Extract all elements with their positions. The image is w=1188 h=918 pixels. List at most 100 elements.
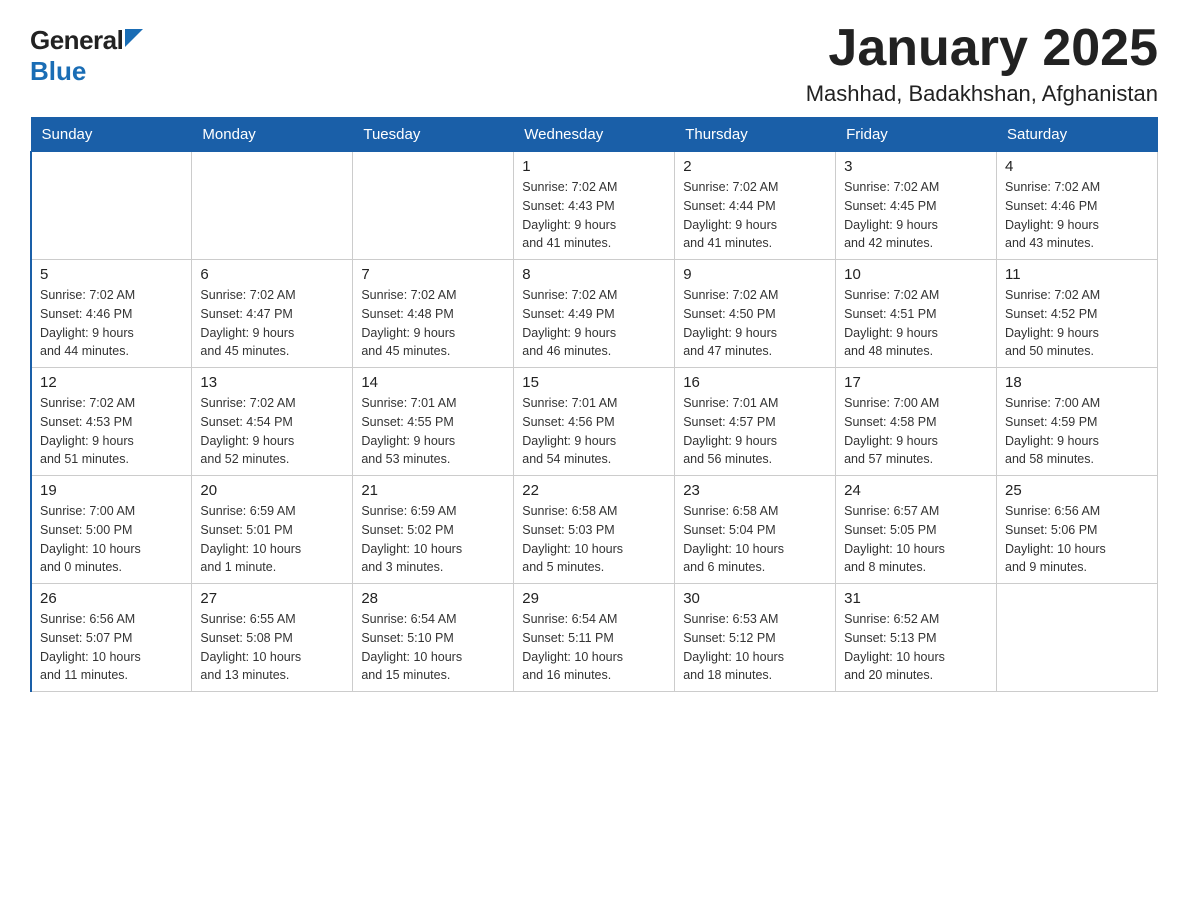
calendar-cell: 21 Sunrise: 6:59 AMSunset: 5:02 PMDayligh… bbox=[353, 476, 514, 584]
calendar-cell: 26 Sunrise: 6:56 AMSunset: 5:07 PMDayligh… bbox=[31, 584, 192, 692]
weekday-header-sunday: Sunday bbox=[31, 118, 192, 152]
calendar-cell: 25Sunrise: 6:56 AMSunset: 5:06 PMDayligh… bbox=[997, 476, 1158, 584]
calendar-week-2: 5Sunrise: 7:02 AMSunset: 4:46 PMDaylight… bbox=[31, 260, 1158, 368]
calendar-cell: 4Sunrise: 7:02 AMSunset: 4:46 PMDaylight… bbox=[997, 152, 1158, 260]
day-info: Sunrise: 7:01 AMSunset: 4:55 PMDaylight:… bbox=[361, 394, 505, 469]
day-info: Sunrise: 7:02 AMSunset: 4:43 PMDaylight:… bbox=[522, 178, 666, 253]
calendar-cell: 31 Sunrise: 6:52 AMSunset: 5:13 PMDayligh… bbox=[836, 584, 997, 692]
day-number: 31 bbox=[844, 590, 988, 607]
day-info: Sunrise: 6:58 AMSunset: 5:03 PMDaylight:… bbox=[522, 502, 666, 577]
day-info: Sunrise: 6:57 AMSunset: 5:05 PMDaylight:… bbox=[844, 502, 988, 577]
weekday-header-tuesday: Tuesday bbox=[353, 118, 514, 152]
day-number: 11 bbox=[1005, 266, 1149, 283]
logo-general-text: General bbox=[30, 25, 123, 56]
calendar-cell: 15 Sunrise: 7:01 AMSunset: 4:56 PMDayligh… bbox=[514, 368, 675, 476]
calendar-cell: 5Sunrise: 7:02 AMSunset: 4:46 PMDaylight… bbox=[31, 260, 192, 368]
calendar-cell: 6Sunrise: 7:02 AMSunset: 4:47 PMDaylight… bbox=[192, 260, 353, 368]
calendar-week-3: 12Sunrise: 7:02 AMSunset: 4:53 PMDayligh… bbox=[31, 368, 1158, 476]
weekday-header-monday: Monday bbox=[192, 118, 353, 152]
day-info: Sunrise: 6:56 AMSunset: 5:07 PMDaylight:… bbox=[40, 610, 183, 685]
weekday-header-saturday: Saturday bbox=[997, 118, 1158, 152]
calendar-cell: 12Sunrise: 7:02 AMSunset: 4:53 PMDayligh… bbox=[31, 368, 192, 476]
calendar-cell: 28 Sunrise: 6:54 AMSunset: 5:10 PMDayligh… bbox=[353, 584, 514, 692]
page-subtitle: Mashhad, Badakhshan, Afghanistan bbox=[806, 81, 1158, 107]
calendar-cell: 16 Sunrise: 7:01 AMSunset: 4:57 PMDayligh… bbox=[675, 368, 836, 476]
calendar-cell: 14 Sunrise: 7:01 AMSunset: 4:55 PMDayligh… bbox=[353, 368, 514, 476]
day-number: 6 bbox=[200, 266, 344, 283]
day-number: 23 bbox=[683, 482, 827, 499]
weekday-header-row: SundayMondayTuesdayWednesdayThursdayFrid… bbox=[31, 118, 1158, 152]
day-number: 29 bbox=[522, 590, 666, 607]
weekday-header-thursday: Thursday bbox=[675, 118, 836, 152]
day-number: 15 bbox=[522, 374, 666, 391]
day-info: Sunrise: 7:02 AMSunset: 4:52 PMDaylight:… bbox=[1005, 286, 1149, 361]
day-info: Sunrise: 7:02 AMSunset: 4:46 PMDaylight:… bbox=[40, 286, 183, 361]
day-number: 8 bbox=[522, 266, 666, 283]
day-number: 1 bbox=[522, 158, 666, 175]
day-info: Sunrise: 7:02 AMSunset: 4:45 PMDaylight:… bbox=[844, 178, 988, 253]
calendar-cell bbox=[192, 152, 353, 260]
calendar-cell: 3 Sunrise: 7:02 AMSunset: 4:45 PMDaylight… bbox=[836, 152, 997, 260]
day-number: 9 bbox=[683, 266, 827, 283]
day-info: Sunrise: 6:54 AMSunset: 5:10 PMDaylight:… bbox=[361, 610, 505, 685]
day-number: 24 bbox=[844, 482, 988, 499]
day-number: 16 bbox=[683, 374, 827, 391]
weekday-header-friday: Friday bbox=[836, 118, 997, 152]
calendar-cell: 1 Sunrise: 7:02 AMSunset: 4:43 PMDaylight… bbox=[514, 152, 675, 260]
calendar-cell: 19Sunrise: 7:00 AMSunset: 5:00 PMDayligh… bbox=[31, 476, 192, 584]
day-info: Sunrise: 7:02 AMSunset: 4:51 PMDaylight:… bbox=[844, 286, 988, 361]
day-info: Sunrise: 7:02 AMSunset: 4:49 PMDaylight:… bbox=[522, 286, 666, 361]
calendar-cell: 18 Sunrise: 7:00 AMSunset: 4:59 PMDayligh… bbox=[997, 368, 1158, 476]
day-info: Sunrise: 7:00 AMSunset: 4:58 PMDaylight:… bbox=[844, 394, 988, 469]
calendar-cell: 29 Sunrise: 6:54 AMSunset: 5:11 PMDayligh… bbox=[514, 584, 675, 692]
logo-triangle-icon bbox=[125, 29, 143, 47]
day-info: Sunrise: 6:55 AMSunset: 5:08 PMDaylight:… bbox=[200, 610, 344, 685]
day-info: Sunrise: 7:00 AMSunset: 4:59 PMDaylight:… bbox=[1005, 394, 1149, 469]
calendar-cell: 13Sunrise: 7:02 AMSunset: 4:54 PMDayligh… bbox=[192, 368, 353, 476]
calendar-cell: 27 Sunrise: 6:55 AMSunset: 5:08 PMDayligh… bbox=[192, 584, 353, 692]
day-info: Sunrise: 6:54 AMSunset: 5:11 PMDaylight:… bbox=[522, 610, 666, 685]
calendar-cell: 24 Sunrise: 6:57 AMSunset: 5:05 PMDayligh… bbox=[836, 476, 997, 584]
day-number: 26 bbox=[40, 590, 183, 607]
day-info: Sunrise: 7:02 AMSunset: 4:48 PMDaylight:… bbox=[361, 286, 505, 361]
day-info: Sunrise: 7:02 AMSunset: 4:50 PMDaylight:… bbox=[683, 286, 827, 361]
calendar-body: 1 Sunrise: 7:02 AMSunset: 4:43 PMDaylight… bbox=[31, 152, 1158, 692]
day-info: Sunrise: 6:53 AMSunset: 5:12 PMDaylight:… bbox=[683, 610, 827, 685]
page-title: January 2025 bbox=[806, 20, 1158, 77]
calendar-header: SundayMondayTuesdayWednesdayThursdayFrid… bbox=[31, 118, 1158, 152]
calendar-week-4: 19Sunrise: 7:00 AMSunset: 5:00 PMDayligh… bbox=[31, 476, 1158, 584]
day-number: 30 bbox=[683, 590, 827, 607]
day-info: Sunrise: 7:01 AMSunset: 4:56 PMDaylight:… bbox=[522, 394, 666, 469]
weekday-header-wednesday: Wednesday bbox=[514, 118, 675, 152]
day-info: Sunrise: 6:59 AMSunset: 5:01 PMDaylight:… bbox=[200, 502, 344, 577]
calendar-cell: 11 Sunrise: 7:02 AMSunset: 4:52 PMDayligh… bbox=[997, 260, 1158, 368]
calendar-cell: 8 Sunrise: 7:02 AMSunset: 4:49 PMDaylight… bbox=[514, 260, 675, 368]
day-number: 21 bbox=[361, 482, 505, 499]
calendar-cell: 22 Sunrise: 6:58 AMSunset: 5:03 PMDayligh… bbox=[514, 476, 675, 584]
day-number: 27 bbox=[200, 590, 344, 607]
calendar-cell: 20 Sunrise: 6:59 AMSunset: 5:01 PMDayligh… bbox=[192, 476, 353, 584]
day-info: Sunrise: 6:52 AMSunset: 5:13 PMDaylight:… bbox=[844, 610, 988, 685]
day-number: 28 bbox=[361, 590, 505, 607]
day-number: 19 bbox=[40, 482, 183, 499]
day-number: 18 bbox=[1005, 374, 1149, 391]
day-info: Sunrise: 6:56 AMSunset: 5:06 PMDaylight:… bbox=[1005, 502, 1149, 577]
day-number: 2 bbox=[683, 158, 827, 175]
calendar-week-5: 26 Sunrise: 6:56 AMSunset: 5:07 PMDayligh… bbox=[31, 584, 1158, 692]
logo: General Blue bbox=[30, 20, 143, 87]
day-info: Sunrise: 7:02 AMSunset: 4:53 PMDaylight:… bbox=[40, 394, 183, 469]
calendar-cell: 7 Sunrise: 7:02 AMSunset: 4:48 PMDaylight… bbox=[353, 260, 514, 368]
day-number: 14 bbox=[361, 374, 505, 391]
day-info: Sunrise: 6:59 AMSunset: 5:02 PMDaylight:… bbox=[361, 502, 505, 577]
calendar-cell bbox=[997, 584, 1158, 692]
day-number: 20 bbox=[200, 482, 344, 499]
calendar-cell bbox=[31, 152, 192, 260]
day-number: 4 bbox=[1005, 158, 1149, 175]
calendar-week-1: 1 Sunrise: 7:02 AMSunset: 4:43 PMDaylight… bbox=[31, 152, 1158, 260]
calendar-cell: 17Sunrise: 7:00 AMSunset: 4:58 PMDayligh… bbox=[836, 368, 997, 476]
day-info: Sunrise: 7:01 AMSunset: 4:57 PMDaylight:… bbox=[683, 394, 827, 469]
calendar-cell: 9 Sunrise: 7:02 AMSunset: 4:50 PMDaylight… bbox=[675, 260, 836, 368]
day-number: 22 bbox=[522, 482, 666, 499]
day-number: 3 bbox=[844, 158, 988, 175]
day-number: 7 bbox=[361, 266, 505, 283]
